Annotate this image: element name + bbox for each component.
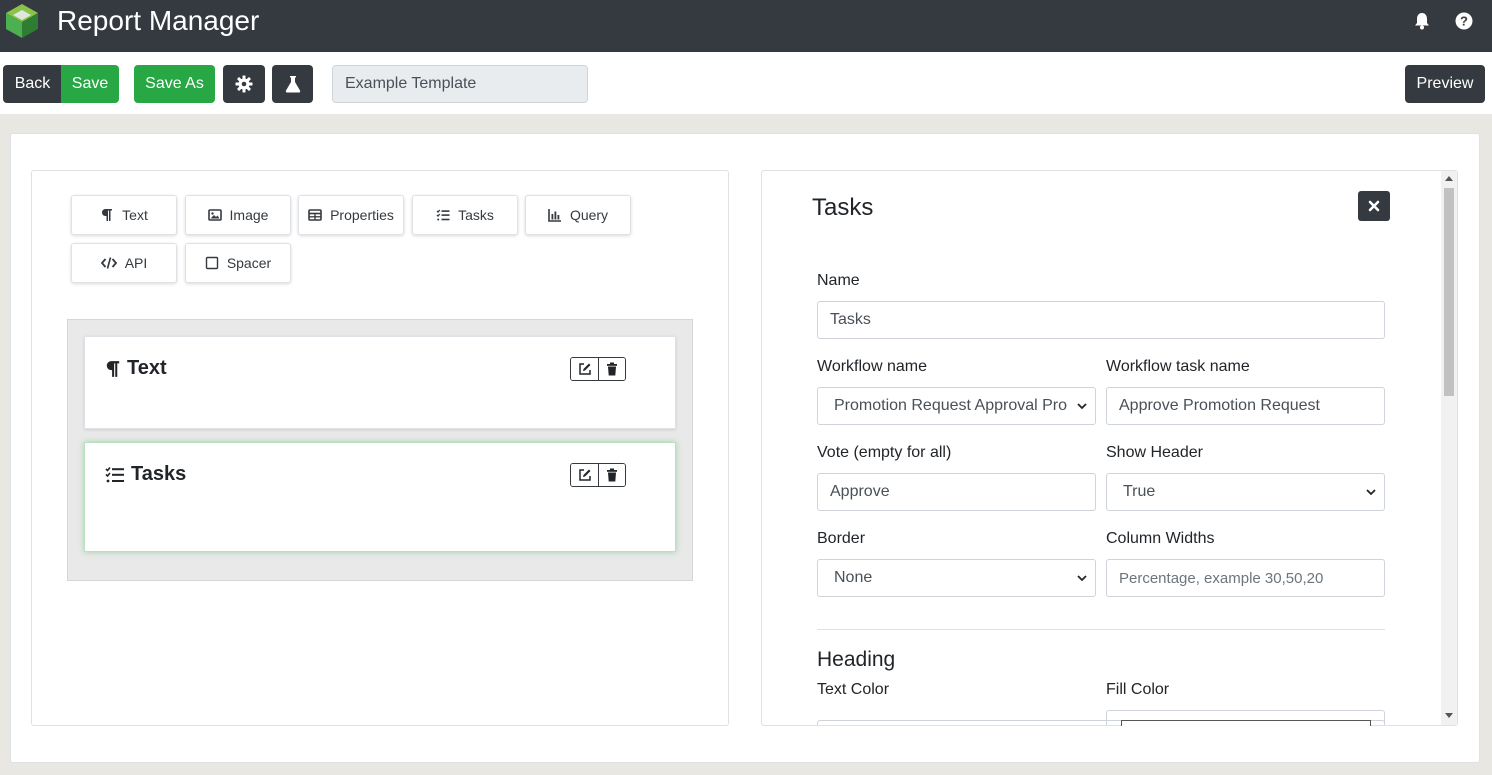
palette-spacer-button[interactable]: Spacer [185,243,291,283]
block-title: Tasks [105,463,186,486]
block-title: Text [105,357,167,380]
palette-api-label: API [124,255,148,271]
vote-input[interactable]: Approve [817,473,1096,511]
column-widths-label: Column Widths [1106,530,1215,547]
text-color-label: Text Color [817,681,890,698]
palette-image-button[interactable]: Image [185,195,291,235]
svg-text:?: ? [1460,14,1468,29]
palette-text-label: Text [122,207,148,223]
border-select[interactable]: None [817,559,1096,597]
chevron-down-icon [1077,403,1087,410]
edit-button[interactable] [571,464,598,486]
fill-color-label: Fill Color [1106,681,1170,698]
palette-properties-button[interactable]: Properties [298,195,404,235]
tasks-icon [436,209,450,221]
section-divider [817,629,1385,630]
square-icon [205,256,219,270]
report-block-text[interactable]: Text [84,336,676,429]
workflow-name-label: Workflow name [817,358,927,375]
bell-icon[interactable] [1412,11,1432,31]
text-color-swatch [832,725,1082,726]
palette-query-button[interactable]: Query [525,195,631,235]
tasks-icon [105,466,124,482]
scroll-down-icon[interactable] [1445,713,1453,719]
show-header-label: Show Header [1106,444,1203,461]
panel-title: Tasks [812,194,874,221]
fill-color-swatch [1121,720,1371,726]
save-button[interactable]: Save [61,65,119,103]
test-button[interactable] [272,65,313,103]
scroll-up-icon[interactable] [1445,175,1453,181]
palette-image-label: Image [229,207,269,223]
trash-icon [607,362,617,376]
template-name-input[interactable] [332,65,588,103]
palette-tasks-label: Tasks [458,207,494,223]
edit-button[interactable] [571,358,598,380]
close-icon [1368,200,1380,212]
trash-icon [607,468,617,482]
block-title-label: Tasks [131,463,187,485]
delete-button[interactable] [598,464,625,486]
app-title: Report Manager [57,5,260,36]
name-input[interactable]: Tasks [817,301,1385,339]
column-widths-input[interactable]: Percentage, example 30,50,20 [1106,559,1385,597]
palette-spacer-label: Spacer [226,255,272,271]
palette-text-button[interactable]: Text [71,195,177,235]
help-icon[interactable]: ? [1454,11,1474,31]
show-header-select[interactable]: True [1106,473,1385,511]
close-panel-button[interactable] [1358,191,1390,221]
palette-tasks-button[interactable]: Tasks [412,195,518,235]
gear-icon [235,75,253,93]
paragraph-icon [106,360,120,377]
image-icon [207,209,222,221]
fill-color-field[interactable] [1106,710,1385,726]
save-as-button[interactable]: Save As [134,65,215,103]
heading-section-title: Heading [817,648,896,671]
chevron-down-icon [1077,575,1087,582]
scroll-thumb[interactable] [1444,188,1454,396]
block-actions [570,357,626,381]
workflow-task-input[interactable]: Approve Promotion Request [1106,387,1385,425]
table-icon [308,209,322,221]
top-navbar: Report Manager ? [0,0,1492,52]
workflow-name-select[interactable]: Promotion Request Approval Pro [817,387,1096,425]
block-title-label: Text [127,357,167,379]
vote-label: Vote (empty for all) [817,444,952,461]
chart-icon [548,209,561,222]
preview-button[interactable]: Preview [1405,65,1485,103]
workflow-name-value: Promotion Request Approval Pro [834,397,1068,414]
report-block-tasks[interactable]: Tasks [84,442,676,552]
edit-icon [578,469,591,481]
edit-icon [578,363,591,375]
name-label: Name [817,272,860,289]
palette-query-label: Query [569,207,609,223]
block-actions [570,463,626,487]
app-logo-icon [6,4,38,38]
palette-api-button[interactable]: API [71,243,177,283]
workflow-task-label: Workflow task name [1106,358,1250,375]
flask-icon [285,76,300,93]
settings-button[interactable] [223,65,265,103]
border-value: None [834,569,873,586]
paragraph-icon [102,209,113,221]
border-label: Border [817,530,866,547]
back-button[interactable]: Back [3,65,62,103]
editor-toolbar: Back Save Save As Preview [0,52,1492,114]
delete-button[interactable] [598,358,625,380]
chevron-down-icon [1366,489,1376,496]
code-icon [100,257,117,269]
show-header-value: True [1123,483,1156,500]
panel-scrollbar[interactable] [1441,171,1457,725]
palette-properties-label: Properties [330,207,394,223]
